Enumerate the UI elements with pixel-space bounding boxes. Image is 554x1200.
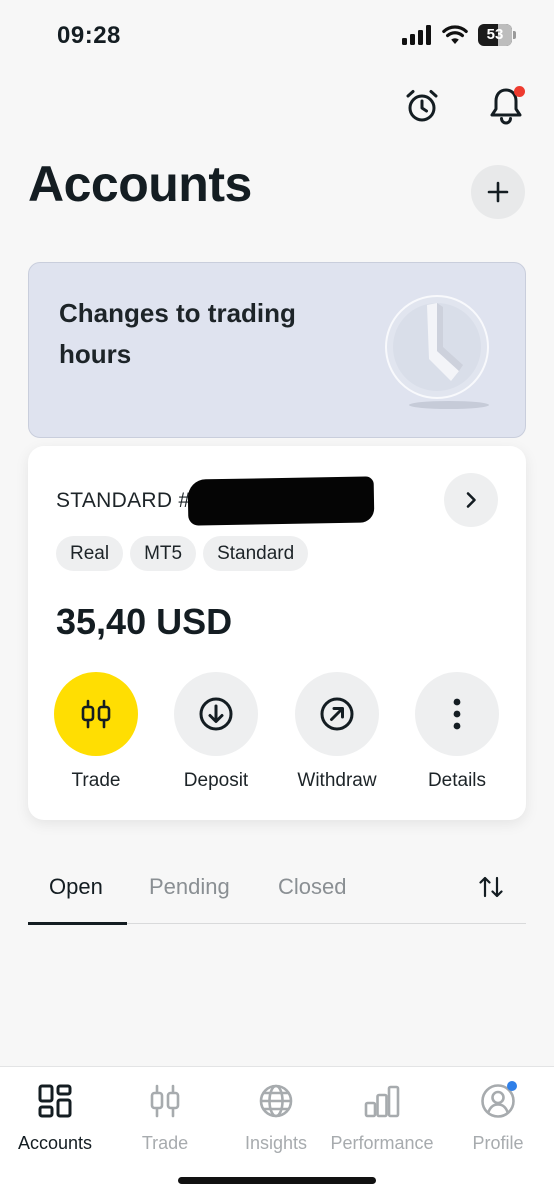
tag-real: Real xyxy=(56,536,124,571)
profile-notification-dot xyxy=(507,1081,517,1091)
deposit-action[interactable]: Deposit xyxy=(156,672,276,792)
details-action[interactable]: Details xyxy=(397,672,517,792)
candlestick-icon xyxy=(150,1084,180,1118)
positions-tabs: Open Pending Closed xyxy=(28,862,526,925)
bar-chart-icon xyxy=(364,1085,400,1118)
plus-icon xyxy=(487,181,509,203)
battery-level: 53 xyxy=(486,26,504,43)
nav-label-performance: Performance xyxy=(330,1133,434,1153)
chevron-right-icon xyxy=(466,492,476,508)
status-time: 09:28 xyxy=(57,22,121,49)
trading-hours-banner[interactable]: Changes to trading hours xyxy=(28,262,526,438)
bottom-navigation: Accounts Trade Insights Performance Prof… xyxy=(0,1066,554,1200)
nav-profile[interactable]: Profile xyxy=(443,1081,553,1154)
trade-button[interactable] xyxy=(54,672,138,756)
withdraw-label: Withdraw xyxy=(297,770,377,791)
account-card[interactable]: STANDARD # Real MT5 Standard 35,40 USD T… xyxy=(28,446,526,820)
cellular-signal-icon xyxy=(402,25,431,45)
nav-accounts[interactable]: Accounts xyxy=(0,1081,110,1154)
tab-pending[interactable]: Pending xyxy=(149,874,230,900)
candlestick-icon xyxy=(81,699,111,729)
tab-closed[interactable]: Closed xyxy=(278,874,346,900)
trade-action[interactable]: Trade xyxy=(36,672,156,792)
account-actions: Trade Deposit Withdraw Details xyxy=(28,672,526,802)
status-bar: 09:28 53 xyxy=(0,0,554,70)
alarm-button[interactable] xyxy=(400,84,444,128)
tab-open[interactable]: Open xyxy=(49,874,103,900)
withdraw-action[interactable]: Withdraw xyxy=(277,672,397,792)
account-details-button[interactable] xyxy=(444,473,498,527)
withdraw-button[interactable] xyxy=(295,672,379,756)
wifi-icon xyxy=(442,25,468,44)
nav-trade[interactable]: Trade xyxy=(110,1081,220,1154)
nav-label-insights: Insights xyxy=(244,1133,308,1153)
details-button[interactable] xyxy=(415,672,499,756)
account-tags: Real MT5 Standard xyxy=(56,536,309,571)
nav-insights[interactable]: Insights xyxy=(221,1081,331,1154)
banner-text: Changes to trading hours xyxy=(59,298,296,369)
nav-label-trade: Trade xyxy=(141,1133,189,1153)
status-icons: 53 xyxy=(402,24,516,46)
clock-illustration-icon xyxy=(385,295,489,409)
add-account-button[interactable] xyxy=(471,165,525,219)
accounts-grid-icon xyxy=(38,1084,72,1118)
alarm-clock-icon xyxy=(406,90,438,122)
nav-performance[interactable]: Performance xyxy=(327,1081,437,1154)
trade-label: Trade xyxy=(71,770,121,791)
notifications-button[interactable] xyxy=(484,82,528,128)
nav-label-profile: Profile xyxy=(472,1133,524,1153)
details-label: Details xyxy=(427,770,487,791)
accounts-screen: 09:28 53 Accounts Changes to trading hou… xyxy=(0,0,554,1200)
globe-icon xyxy=(259,1084,293,1118)
deposit-label: Deposit xyxy=(183,770,249,791)
tag-account-type: Standard xyxy=(203,536,309,571)
redacted-account-number xyxy=(187,476,375,526)
deposit-button[interactable] xyxy=(174,672,258,756)
nav-label-accounts: Accounts xyxy=(17,1133,93,1153)
home-indicator xyxy=(178,1177,376,1184)
arrow-down-circle-icon xyxy=(199,697,233,731)
tag-platform: MT5 xyxy=(130,536,197,571)
sort-button[interactable] xyxy=(476,872,506,902)
more-vertical-icon xyxy=(453,698,461,730)
arrow-up-right-circle-icon xyxy=(320,697,354,731)
active-tab-indicator xyxy=(28,922,127,925)
battery-indicator: 53 xyxy=(478,24,516,46)
sort-arrows-icon xyxy=(479,876,503,898)
notification-dot xyxy=(514,86,525,97)
account-balance: 35,40 USD xyxy=(56,601,233,642)
account-name: STANDARD # xyxy=(56,489,191,512)
page-title: Accounts xyxy=(28,156,252,212)
